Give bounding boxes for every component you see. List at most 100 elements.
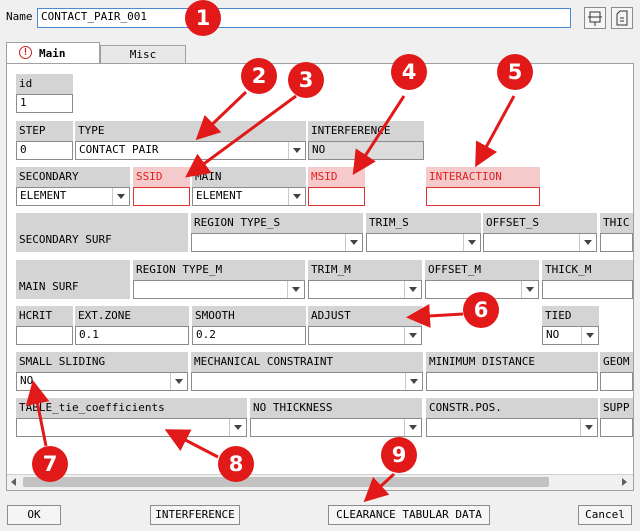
id-label: id [16, 74, 73, 94]
main-value: ELEMENT [196, 189, 243, 202]
dropdown-arrow-icon [345, 234, 362, 251]
msid-label: MSID [308, 167, 365, 187]
callout-6: 6 [463, 292, 499, 328]
mech-constraint-select[interactable] [191, 372, 423, 391]
main-label: MAIN [192, 167, 306, 187]
adjust-label: ADJUST [308, 306, 422, 326]
dropdown-arrow-icon [170, 373, 187, 390]
dropdown-arrow-icon [579, 234, 596, 251]
dropdown-arrow-icon [521, 281, 538, 298]
dropdown-arrow-icon [404, 327, 421, 344]
secondary-surf-label: SECONDARY SURF [16, 213, 188, 252]
constr-pos-select[interactable] [426, 418, 598, 437]
dropdown-arrow-icon [112, 188, 129, 205]
id-input[interactable]: 1 [16, 94, 73, 113]
smooth-label: SMOOTH [192, 306, 306, 326]
callout-4: 4 [391, 54, 427, 90]
scroll-right-icon[interactable] [622, 478, 627, 486]
tab-misc[interactable]: Misc [100, 45, 186, 64]
clearance-tabular-data-button[interactable]: CLEARANCE TABULAR DATA [328, 505, 490, 525]
name-input[interactable]: CONTACT_PAIR_001 [37, 8, 571, 28]
callout-1: 1 [185, 0, 221, 36]
min-distance-label: MINIMUM DISTANCE [426, 352, 598, 372]
interference-button[interactable]: INTERFERENCE [150, 505, 240, 525]
callout-5: 5 [497, 54, 533, 90]
ext-zone-label: EXT.ZONE [75, 306, 189, 326]
interaction-label: INTERACTION [426, 167, 540, 187]
no-thickness-select[interactable] [250, 418, 422, 437]
supp-input[interactable] [600, 418, 633, 437]
dropdown-arrow-icon [229, 419, 246, 436]
callout-8: 8 [218, 446, 254, 482]
region-type-s-select[interactable] [191, 233, 363, 252]
dropdown-arrow-icon [463, 234, 480, 251]
ssid-label: SSID [133, 167, 190, 187]
dropdown-arrow-icon [581, 327, 598, 344]
dropdown-arrow-icon [404, 419, 421, 436]
offset-m-label: OFFSET_M [425, 260, 539, 280]
cancel-button[interactable]: Cancel [578, 505, 632, 525]
msid-input[interactable] [308, 187, 365, 206]
table-tie-label: TABLE_tie_coefficients [16, 398, 247, 418]
name-label: Name [6, 10, 33, 23]
step-input[interactable]: 0 [16, 141, 73, 160]
dropdown-arrow-icon [405, 373, 422, 390]
dropdown-arrow-icon [287, 281, 304, 298]
dropdown-arrow-icon [288, 188, 305, 205]
callout-7: 7 [32, 446, 68, 482]
scrollbar-thumb[interactable] [23, 477, 549, 487]
small-sliding-label: SMALL SLIDING [16, 352, 188, 372]
trim-m-label: TRIM_M [308, 260, 422, 280]
min-distance-input[interactable] [426, 372, 598, 391]
secondary-select[interactable]: ELEMENT [16, 187, 130, 206]
trim-m-select[interactable] [308, 280, 422, 299]
type-label: TYPE [75, 121, 306, 141]
hcrit-input[interactable] [16, 326, 73, 345]
tied-select[interactable]: NO [542, 326, 599, 345]
scroll-left-icon[interactable] [11, 478, 16, 486]
ext-zone-input[interactable]: 0.1 [75, 326, 189, 345]
save-button[interactable] [611, 7, 633, 29]
callout-3: 3 [288, 62, 324, 98]
ok-button[interactable]: OK [7, 505, 61, 525]
hcrit-label: HCRIT [16, 306, 73, 326]
offset-s-label: OFFSET_S [483, 213, 597, 233]
region-type-m-select[interactable] [133, 280, 305, 299]
secondary-label: SECONDARY [16, 167, 130, 187]
thick-m-label: THICK_M [542, 260, 633, 280]
dropdown-arrow-icon [404, 281, 421, 298]
save-icon [616, 10, 628, 26]
dropdown-arrow-icon [288, 142, 305, 159]
ssid-input[interactable] [133, 187, 190, 206]
main-surf-label: MAIN SURF [16, 260, 130, 299]
geom-input[interactable] [600, 372, 633, 391]
tab-misc-label: Misc [129, 48, 157, 61]
main-select[interactable]: ELEMENT [192, 187, 306, 206]
thick-m-input[interactable] [542, 280, 633, 299]
callout-2: 2 [241, 58, 277, 94]
tab-main-label: Main [39, 47, 66, 60]
geom-label: GEOM [600, 352, 633, 372]
trim-s-label: TRIM_S [366, 213, 481, 233]
table-tie-select[interactable] [16, 418, 247, 437]
region-type-s-label: REGION TYPE_S [191, 213, 363, 233]
horizontal-scrollbar[interactable] [7, 474, 633, 490]
tab-main[interactable]: ! Main [6, 42, 100, 64]
smooth-input[interactable]: 0.2 [192, 326, 306, 345]
interference-value: NO [308, 141, 424, 160]
small-sliding-value: NO [20, 374, 34, 387]
trim-s-select[interactable] [366, 233, 481, 252]
no-thickness-label: NO THICKNESS [250, 398, 422, 418]
type-select[interactable]: CONTACT PAIR [75, 141, 306, 160]
thick-s-label: THIC [600, 213, 633, 233]
constr-pos-label: CONSTR.POS. [426, 398, 598, 418]
small-sliding-select[interactable]: NO [16, 372, 188, 391]
interaction-input[interactable] [426, 187, 540, 206]
pin-button[interactable] [584, 7, 606, 29]
step-label: STEP [16, 121, 73, 141]
adjust-select[interactable] [308, 326, 422, 345]
thick-s-input[interactable] [600, 233, 633, 252]
error-icon: ! [19, 46, 32, 59]
offset-s-select[interactable] [483, 233, 597, 252]
interference-label: INTERFERENCE [308, 121, 424, 141]
